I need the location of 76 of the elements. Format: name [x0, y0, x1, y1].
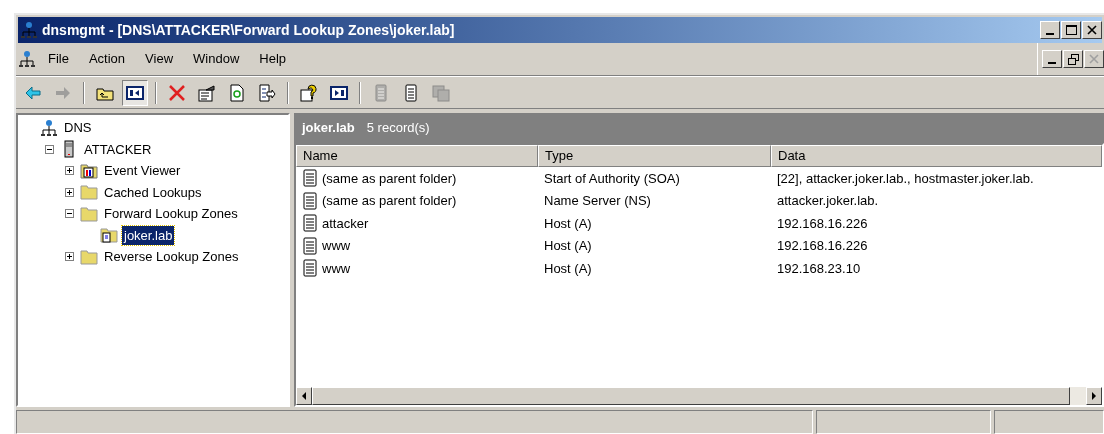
tree-item[interactable]: Reverse Lookup Zones — [102, 247, 241, 267]
column-header[interactable]: Name — [296, 145, 538, 167]
maximize-button[interactable] — [1061, 21, 1081, 39]
tree-item[interactable]: Cached Lookups — [102, 182, 204, 202]
delete-icon — [168, 83, 186, 102]
menu-item[interactable]: View — [145, 49, 174, 69]
menu-item[interactable]: Help — [259, 49, 287, 69]
record-icon — [302, 191, 318, 210]
scrollbar-track[interactable] — [1070, 387, 1086, 405]
pane-icon — [330, 83, 348, 102]
network-icon — [40, 118, 58, 137]
expand-toggle[interactable] — [64, 187, 74, 197]
folder-icon — [80, 204, 98, 223]
record-icon — [302, 259, 318, 278]
event-viewer-icon — [80, 161, 98, 180]
table-cell-text: www — [322, 259, 351, 278]
network-icon — [18, 50, 36, 68]
table-cell-text: Host (A) — [544, 214, 592, 233]
scroll-right-button[interactable] — [1086, 387, 1102, 405]
column-header[interactable]: Data — [771, 145, 1102, 167]
minimize-button[interactable] — [1040, 21, 1060, 39]
record-icon — [302, 169, 318, 188]
table-cell-text: 192.168.16.226 — [777, 237, 868, 255]
scroll-left-icon — [301, 392, 307, 400]
close-button[interactable] — [1084, 50, 1104, 68]
collapse-toggle[interactable] — [64, 209, 74, 219]
table-cell-text: Host (A) — [544, 259, 592, 278]
table-cell-text: Name Server (NS) — [544, 192, 651, 210]
refresh-icon — [228, 83, 246, 102]
table-cell-text: attacker.joker.lab. — [777, 192, 879, 210]
table-cell-text: (same as parent folder) — [322, 192, 457, 210]
pane-icon — [126, 83, 144, 102]
window-title: dnsmgmt - [DNS\ATTACKER\Forward Lookup Zones\joker.lab] — [42, 20, 455, 40]
restore-icon — [1067, 53, 1079, 65]
toolbar-button[interactable] — [122, 79, 148, 106]
collapse-toggle[interactable] — [44, 144, 54, 154]
close-icon — [1087, 25, 1097, 35]
folder-icon — [80, 247, 98, 266]
column-header[interactable]: Type — [538, 145, 771, 167]
network-icon — [20, 21, 38, 39]
table-cell-text: Host (A) — [544, 237, 592, 255]
tree-item[interactable]: DNS — [62, 118, 94, 138]
help-icon — [300, 83, 318, 102]
table-cell-text: 192.168.16.226 — [777, 214, 868, 233]
tree-item[interactable]: Event Viewer — [102, 161, 183, 181]
tree-item[interactable]: joker.lab — [122, 225, 175, 245]
copy-icon — [432, 83, 450, 102]
table-cell-text: (same as parent folder) — [322, 169, 457, 188]
menu-item[interactable]: File — [48, 49, 69, 69]
table-cell-text: attacker — [322, 214, 369, 233]
close-button[interactable] — [1082, 21, 1102, 39]
export-list-icon — [258, 83, 276, 102]
tree-item[interactable]: ATTACKER — [82, 139, 154, 159]
expand-toggle[interactable] — [64, 166, 74, 176]
tree-item[interactable]: Forward Lookup Zones — [102, 204, 240, 224]
record-icon — [372, 83, 390, 102]
menu-item[interactable]: Window — [193, 49, 240, 69]
menu-item[interactable]: Action — [88, 49, 126, 69]
record-icon — [302, 214, 318, 233]
close-icon — [1089, 54, 1099, 64]
folder-icon — [80, 183, 98, 202]
record-icon — [402, 83, 420, 102]
table-cell-text: Start of Authority (SOA) — [544, 169, 680, 188]
scroll-right-icon — [1091, 392, 1097, 400]
record-count: 5 record(s) — [366, 119, 430, 138]
restore-button[interactable] — [1063, 50, 1083, 68]
minimize-button[interactable] — [1042, 50, 1062, 68]
zone-title: joker.lab — [302, 119, 355, 138]
scroll-left-button[interactable] — [296, 387, 312, 405]
record-icon — [302, 236, 318, 255]
table-cell-text: www — [322, 237, 351, 255]
properties-icon — [198, 83, 216, 102]
zone-folder-icon — [100, 226, 118, 245]
table-cell-text: [22], attacker.joker.lab., hostmaster.joker.lab. — [777, 169, 1034, 188]
expand-toggle[interactable] — [64, 252, 74, 262]
table-cell-text: 192.168.23.10 — [777, 259, 861, 278]
